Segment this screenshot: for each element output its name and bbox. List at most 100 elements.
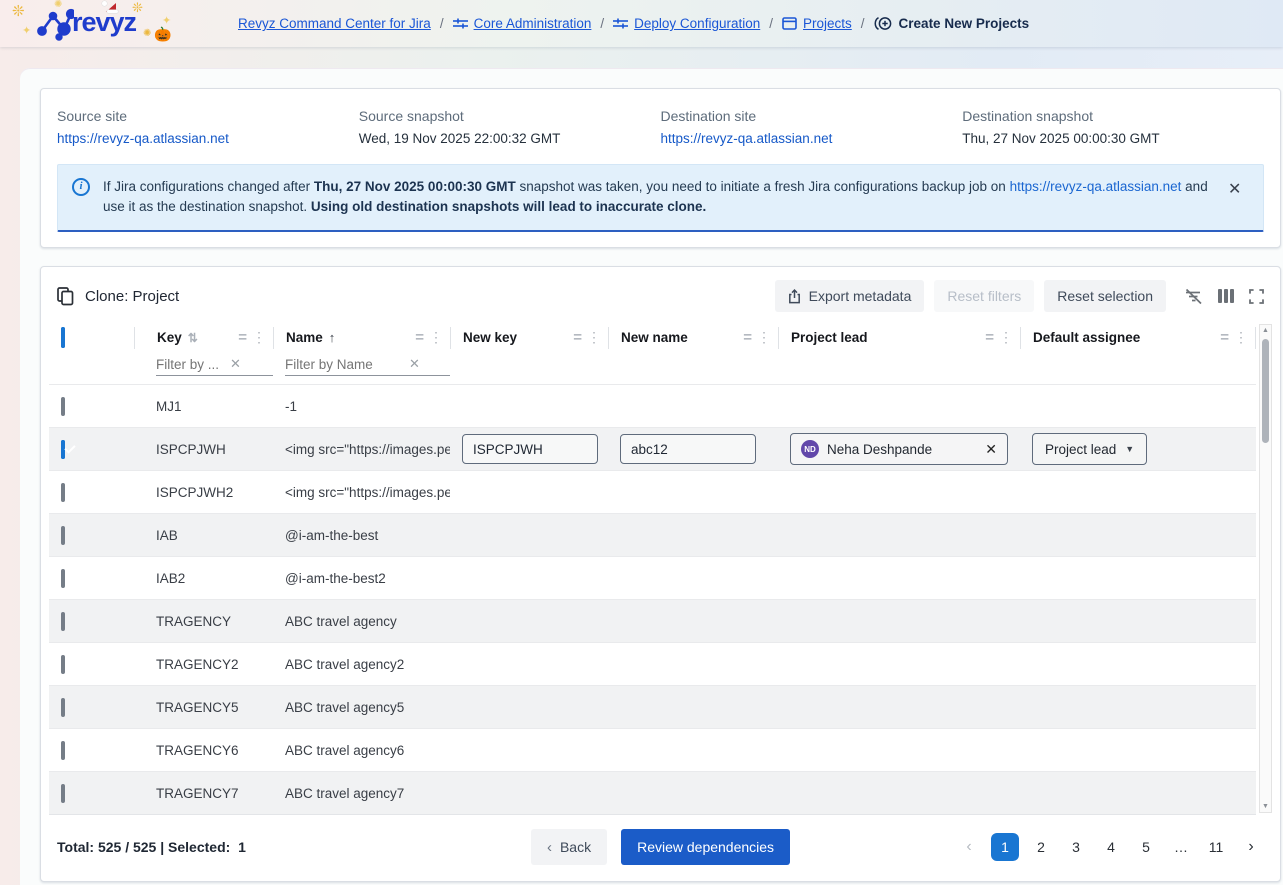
banner-close-icon[interactable]: ✕: [1226, 178, 1243, 216]
clear-key-filter-icon[interactable]: ✕: [228, 356, 243, 372]
table-row[interactable]: TRAGENCY5 ABC travel agency5: [49, 685, 1256, 729]
column-drag-handle-icon[interactable]: =: [573, 329, 582, 346]
scroll-up-arrow-icon[interactable]: ▲: [1260, 327, 1271, 334]
cell-name: ABC travel agency7: [285, 785, 405, 801]
export-icon: [788, 288, 800, 303]
revyz-logo[interactable]: ❊ ✦ ✺ ❊ ✦ ✺ revyz 🎃: [10, 0, 220, 47]
scroll-down-arrow-icon[interactable]: ▼: [1260, 803, 1271, 810]
column-drag-handle-icon[interactable]: =: [238, 329, 247, 346]
cell-name: ABC travel agency2: [285, 656, 405, 672]
reset-filters-button[interactable]: Reset filters: [934, 280, 1035, 313]
table-row[interactable]: TRAGENCY2 ABC travel agency2: [49, 642, 1256, 685]
destination-site-link[interactable]: https://revyz-qa.atlassian.net: [661, 131, 963, 146]
pagination-page-4[interactable]: 4: [1098, 834, 1124, 860]
column-drag-handle-icon[interactable]: =: [743, 329, 752, 346]
pagination-page-3[interactable]: 3: [1063, 834, 1089, 860]
clear-name-filter-icon[interactable]: ✕: [407, 356, 422, 372]
remove-project-lead-icon[interactable]: ✕: [985, 441, 997, 458]
column-drag-handle-icon[interactable]: =: [415, 329, 424, 346]
breadcrumb-core-administration-link[interactable]: Core Administration: [452, 16, 591, 31]
name-filter: ✕: [285, 356, 450, 377]
column-header-name[interactable]: Name ↑ = ⋮: [273, 326, 450, 349]
row-checkbox[interactable]: [61, 439, 65, 459]
row-checkbox[interactable]: [61, 740, 65, 760]
cell-key: IAB2: [156, 570, 186, 586]
column-menu-icon[interactable]: ⋮: [252, 329, 273, 346]
fullscreen-icon[interactable]: [1249, 288, 1264, 304]
back-button[interactable]: ‹ Back: [530, 829, 608, 866]
sort-both-icon[interactable]: ⇅: [188, 331, 198, 345]
table-toolbar: Clone: Project Export metadata Reset fil…: [41, 267, 1280, 324]
scrollbar-thumb[interactable]: [1262, 339, 1269, 444]
clone-project-card: Clone: Project Export metadata Reset fil…: [40, 266, 1281, 883]
row-checkbox[interactable]: [61, 654, 65, 674]
cell-name: ABC travel agency: [285, 613, 397, 629]
default-assignee-dropdown[interactable]: Project lead ▼: [1032, 433, 1148, 466]
table-row[interactable]: MJ1 -1: [49, 384, 1256, 427]
column-header-project-lead[interactable]: Project lead = ⋮: [778, 326, 1020, 349]
column-menu-icon[interactable]: ⋮: [587, 329, 608, 346]
row-checkbox[interactable]: [61, 525, 65, 545]
columns-icon[interactable]: [1218, 289, 1234, 304]
source-snapshot-value: Wed, 19 Nov 2025 22:00:32 GMT: [358, 131, 561, 146]
cell-key: TRAGENCY: [156, 613, 232, 629]
table-icon-buttons: [1184, 288, 1264, 305]
reset-selection-button[interactable]: Reset selection: [1044, 280, 1166, 313]
column-header-new-name[interactable]: New name = ⋮: [608, 326, 778, 349]
table-row-selected[interactable]: ISPCPJWH <img src="https://images.pexe N…: [49, 427, 1256, 471]
table-row[interactable]: TRAGENCY ABC travel agency: [49, 599, 1256, 643]
project-lead-chip[interactable]: ND Neha Deshpande ✕: [790, 433, 1008, 466]
pagination-ellipsis: …: [1174, 839, 1189, 856]
row-checkbox[interactable]: [61, 482, 65, 502]
row-checkbox[interactable]: [61, 568, 65, 588]
name-filter-input[interactable]: [285, 356, 407, 372]
key-filter: ✕: [156, 356, 273, 377]
table-row[interactable]: IAB @i-am-the-best: [49, 513, 1256, 557]
column-menu-icon[interactable]: ⋮: [1234, 329, 1255, 346]
breadcrumb-projects-link[interactable]: Projects: [782, 16, 852, 31]
table-row[interactable]: ISPCPJWH2 <img src="https://images.pexe: [49, 470, 1256, 513]
cell-key: MJ1: [156, 398, 182, 414]
source-snapshot-field: Source snapshot Wed, 19 Nov 2025 22:00:3…: [359, 108, 661, 146]
table-row[interactable]: IAB2 @i-am-the-best2: [49, 556, 1256, 599]
banner-site-link[interactable]: https://revyz-qa.atlassian.net: [1010, 179, 1182, 194]
main-content-panel: Source site https://revyz-qa.atlassian.n…: [20, 68, 1283, 885]
column-menu-icon[interactable]: ⋮: [999, 329, 1020, 346]
new-key-input[interactable]: [462, 434, 598, 465]
column-menu-icon[interactable]: ⋮: [429, 329, 450, 346]
column-menu-icon[interactable]: ⋮: [757, 329, 778, 346]
pagination-page-11[interactable]: 11: [1203, 834, 1229, 860]
source-site-link[interactable]: https://revyz-qa.atlassian.net: [57, 131, 359, 146]
pagination-prev-icon[interactable]: ‹: [956, 834, 982, 860]
column-drag-handle-icon[interactable]: =: [985, 329, 994, 346]
breadcrumb-command-center-link[interactable]: Revyz Command Center for Jira: [238, 16, 431, 31]
export-metadata-button[interactable]: Export metadata: [774, 280, 925, 313]
column-header-default-assignee[interactable]: Default assignee = ⋮: [1020, 326, 1256, 349]
sliders-icon: [452, 17, 468, 30]
filter-off-icon[interactable]: [1184, 288, 1203, 305]
clone-copy-icon: [57, 286, 74, 305]
review-dependencies-button[interactable]: Review dependencies: [621, 829, 791, 866]
avatar: ND: [801, 440, 819, 459]
new-name-input[interactable]: [620, 434, 756, 465]
sparkle-decoration-icon: ✦: [22, 25, 32, 37]
pagination-page-5[interactable]: 5: [1133, 834, 1159, 860]
key-filter-input[interactable]: [156, 356, 228, 372]
sort-ascending-icon[interactable]: ↑: [329, 330, 336, 345]
select-all-checkbox[interactable]: [61, 326, 65, 348]
row-checkbox[interactable]: [61, 697, 65, 717]
row-checkbox[interactable]: [61, 611, 65, 631]
column-header-key[interactable]: Key ⇅ = ⋮: [134, 326, 273, 349]
row-checkbox[interactable]: [61, 783, 65, 803]
table-vertical-scrollbar[interactable]: ▲ ▼: [1259, 324, 1272, 814]
column-header-new-key[interactable]: New key = ⋮: [450, 326, 608, 349]
breadcrumb-deploy-configuration-link[interactable]: Deploy Configuration: [613, 16, 760, 31]
column-drag-handle-icon[interactable]: =: [1220, 329, 1229, 346]
pagination-page-2[interactable]: 2: [1028, 834, 1054, 860]
pagination-next-icon[interactable]: ›: [1238, 834, 1264, 860]
table-row[interactable]: TRAGENCY7 ABC travel agency7: [49, 771, 1256, 815]
pagination-page-1[interactable]: 1: [991, 833, 1020, 862]
table-row[interactable]: TRAGENCY6 ABC travel agency6: [49, 728, 1256, 771]
sliders-icon: [613, 17, 629, 30]
row-checkbox[interactable]: [61, 396, 65, 416]
